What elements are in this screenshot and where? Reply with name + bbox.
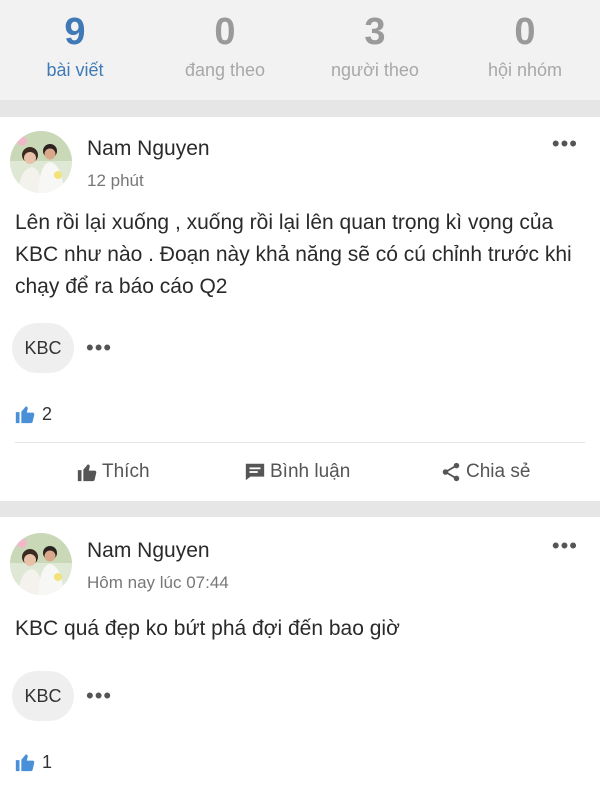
like-count-value: 2: [42, 403, 53, 424]
stat-following-count: 0: [214, 11, 236, 53]
post-author-name[interactable]: Nam Nguyen: [87, 137, 210, 161]
like-count-value: 1: [42, 751, 53, 772]
stock-tag-button[interactable]: KBC: [12, 671, 74, 721]
post-content: Lên rồi lại xuống , xuống rồi lại lên qu…: [15, 211, 572, 298]
stat-followers-label: người theo: [331, 60, 419, 80]
post-author-name[interactable]: Nam Nguyen: [87, 539, 210, 563]
stat-followers-count: 3: [364, 11, 386, 53]
thumbs-up-icon: [15, 406, 35, 424]
like-button[interactable]: Thích: [76, 461, 150, 483]
post-timestamp: 12 phút: [87, 171, 144, 190]
thumbs-up-icon: [77, 464, 97, 482]
share-button[interactable]: Chia sẻ: [440, 461, 530, 483]
stat-following-label: đang theo: [184, 60, 266, 80]
comment-button[interactable]: Bình luận: [244, 461, 350, 483]
more-dots-icon[interactable]: •••: [552, 133, 578, 155]
stat-posts-label: bài viết: [46, 60, 104, 80]
comment-button-label: Bình luận: [270, 461, 351, 482]
more-dots-icon[interactable]: •••: [86, 337, 112, 359]
share-button-label: Chia sẻ: [466, 461, 531, 482]
avatar[interactable]: [10, 131, 72, 193]
post-card: Nam Nguyen Hôm nay lúc 07:44 ••• KBC quá…: [0, 517, 600, 800]
thumbs-up-icon: [15, 754, 35, 772]
more-dots-icon[interactable]: •••: [86, 685, 112, 707]
stat-groups-label: hội nhóm: [487, 60, 563, 80]
like-count[interactable]: 1: [14, 751, 52, 773]
stat-followers[interactable]: 3 người theo: [300, 0, 450, 100]
more-dots-icon[interactable]: •••: [552, 535, 578, 557]
stat-groups-count: 0: [514, 11, 536, 53]
stock-tag-button[interactable]: KBC: [12, 323, 74, 373]
like-button-label: Thích: [102, 461, 150, 482]
stat-following[interactable]: 0 đang theo: [150, 0, 300, 100]
share-icon: [442, 462, 460, 482]
divider: [15, 442, 585, 443]
post-timestamp: Hôm nay lúc 07:44: [87, 573, 229, 592]
like-count[interactable]: 2: [14, 403, 52, 425]
stat-groups[interactable]: 0 hội nhóm: [450, 0, 600, 100]
comment-icon: [245, 463, 265, 481]
post-card: Nam Nguyen 12 phút ••• Lên rồi lại xuống…: [0, 117, 600, 501]
stat-posts-count: 9: [64, 11, 86, 53]
stat-posts[interactable]: 9 bài viết: [0, 0, 150, 100]
avatar[interactable]: [10, 533, 72, 595]
profile-stats-bar: 9 bài viết 0 đang theo 3 người theo 0 hộ…: [0, 0, 600, 100]
post-content: KBC quá đẹp ko bứt phá đợi đến bao giờ: [15, 617, 400, 640]
